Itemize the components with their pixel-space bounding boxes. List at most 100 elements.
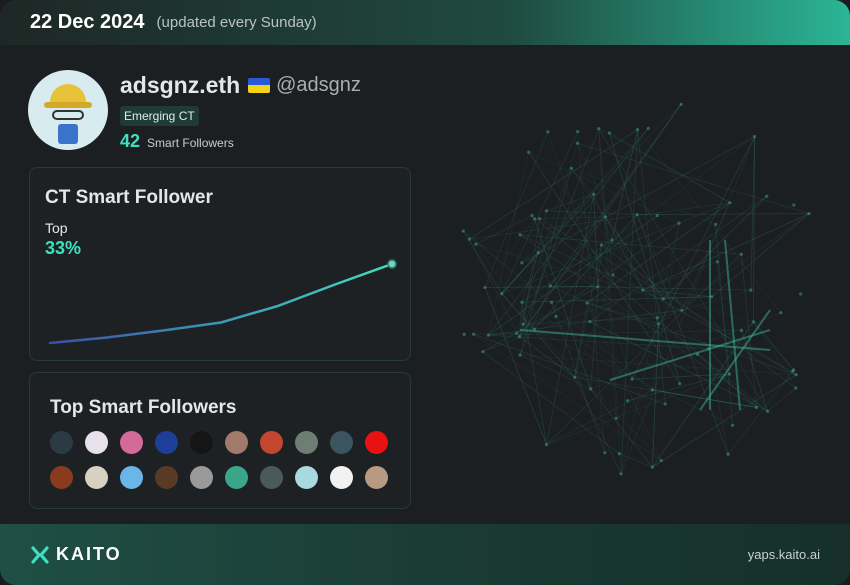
network-edge [632,373,730,380]
network-node [544,442,549,447]
follower-avatar[interactable] [155,431,178,454]
follower-avatar[interactable] [225,431,248,454]
network-node [726,452,730,456]
network-node [663,402,667,406]
site-link[interactable]: yaps.kaito.ai [748,547,820,562]
follower-avatar[interactable] [225,466,248,489]
network-node [799,292,803,296]
network-node [589,387,593,391]
follower-avatar[interactable] [295,466,318,489]
network-node [610,238,614,242]
follower-avatar[interactable] [120,466,143,489]
network-node [532,217,537,221]
network-node [585,301,589,305]
network-edge [598,128,606,217]
network-node [520,261,524,265]
user-handle[interactable]: @adsgnz [276,74,361,97]
network-node [695,352,700,356]
network-node [538,217,542,221]
network-edge [604,216,622,474]
network-edge [637,213,810,215]
report-date: 22 Dec 2024 [30,11,145,33]
status-badge: Emerging CT [120,106,199,126]
network-edge [519,354,591,390]
header-bar: 22 Dec 2024 (updated every Sunday) [0,0,850,45]
display-name[interactable]: adsgnz.eth [120,72,240,99]
network-edge [615,389,653,419]
network-node [635,212,639,217]
network-edge [473,333,662,461]
network-edge [546,210,638,215]
follower-avatar[interactable] [190,431,213,454]
trend-endpoint [387,259,397,269]
follower-avatar[interactable] [85,431,108,454]
follower-avatar[interactable] [190,466,213,489]
network-node [753,134,757,139]
smart-followers-count: 42 [120,131,141,151]
follower-avatar[interactable] [260,466,283,489]
network-node [706,347,710,351]
network-node [739,328,744,333]
kaito-logo[interactable]: KAITO [30,544,122,565]
network-node [486,333,490,337]
avatar[interactable] [28,70,108,150]
network-node [467,237,472,241]
network-node [680,308,684,312]
follower-avatar[interactable] [260,431,283,454]
network-node [481,350,485,354]
follower-avatar[interactable] [365,466,388,489]
follower-avatar[interactable] [50,466,73,489]
network-node [659,459,663,463]
brand-name: KAITO [56,544,122,564]
network-node [728,201,732,205]
network-edge [473,332,517,335]
network-node [554,314,558,318]
network-node [655,213,659,218]
network-node [596,285,600,289]
network-node [607,131,612,135]
rank-label: Top [45,220,68,236]
network-node [569,166,573,170]
network-graph [461,102,811,476]
network-edge [636,214,683,311]
network-node [765,194,769,198]
network-node [807,211,811,216]
follower-avatar[interactable] [50,431,73,454]
network-node [462,332,466,336]
network-node [650,465,654,469]
follower-avatar[interactable] [295,431,318,454]
network-node [573,375,577,379]
network-node [710,295,714,299]
network-edge [658,213,810,325]
network-edge [620,129,638,474]
network-node [550,300,554,304]
follower-avatar[interactable] [365,431,388,454]
network-node [794,373,798,377]
network-node [779,311,783,315]
network-node [518,233,522,237]
follower-avatar[interactable] [155,466,178,489]
network-node [520,300,524,304]
network-node [678,382,682,386]
trend-line [48,262,394,345]
follower-avatar[interactable] [330,466,353,489]
network-edge [605,216,644,291]
network-edge [482,351,620,455]
follower-avatar[interactable] [85,466,108,489]
network-edge [488,128,649,336]
network-node [714,222,718,226]
network-node [727,372,732,376]
network-node [500,292,504,296]
network-edge [546,373,730,445]
network-node [614,416,618,421]
ukraine-flag-icon [248,77,271,93]
network-node [472,332,476,336]
ct-smart-follower-panel: CT Smart Follower Top 33% [29,167,411,361]
network-node [794,386,798,390]
follower-avatar[interactable] [330,431,353,454]
network-node [766,409,770,413]
network-edge [657,289,751,319]
smart-followers-label: Smart Followers [147,136,234,150]
profile-section: adsgnz.eth @adsgnz Emerging CT 42 Smart … [28,70,361,152]
follower-avatar[interactable] [120,431,143,454]
